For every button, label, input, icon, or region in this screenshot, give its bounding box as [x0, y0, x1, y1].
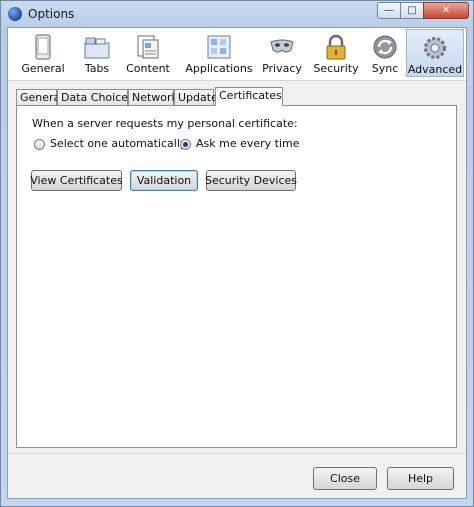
pane-content-label: Content: [126, 62, 170, 75]
preferences-toolbar: General Tabs Content Applications Privac…: [8, 28, 466, 81]
title-bar[interactable]: Options — □ ✕: [1, 1, 473, 27]
sync-icon: [373, 35, 397, 59]
general-icon: [35, 34, 51, 60]
pane-security-label: Security: [313, 62, 359, 75]
window-title: Options: [28, 7, 75, 21]
tabs-icon: [84, 37, 110, 59]
maximize-button[interactable]: □: [400, 2, 424, 19]
radio-ask-every-time-label[interactable]: Ask me every time: [196, 137, 300, 150]
pane-sync[interactable]: Sync: [366, 29, 404, 77]
pane-privacy-label: Privacy: [262, 62, 302, 75]
pane-general-label: General: [21, 62, 65, 75]
firefox-app-icon: [8, 7, 22, 21]
pane-applications-label: Applications: [185, 62, 253, 75]
certificates-panel: When a server requests my personal certi…: [16, 105, 457, 448]
close-icon: ✕: [441, 5, 451, 16]
pane-advanced-label: Advanced: [407, 63, 463, 76]
validation-button[interactable]: Validation: [130, 170, 198, 191]
help-button[interactable]: Help: [387, 467, 454, 490]
footer-divider: [8, 453, 466, 454]
gear-icon: [424, 37, 446, 59]
view-certificates-button[interactable]: View Certificates: [30, 170, 123, 191]
options-content: General Tabs Content Applications Privac…: [7, 27, 467, 499]
pane-security[interactable]: Security: [310, 29, 362, 77]
subtab-data-choices[interactable]: Data Choices: [57, 89, 134, 105]
subtab-network[interactable]: Network: [128, 89, 178, 105]
maximize-icon: □: [407, 5, 417, 16]
privacy-mask-icon: [270, 39, 294, 53]
security-devices-button[interactable]: Security Devices: [205, 170, 297, 191]
content-icon: [137, 35, 159, 59]
pane-content[interactable]: Content: [122, 29, 174, 77]
pane-applications[interactable]: Applications: [182, 29, 256, 77]
pane-tabs-label: Tabs: [84, 62, 110, 75]
options-window: Options — □ ✕ General Tabs Content Appli…: [0, 0, 474, 507]
subtab-update[interactable]: Update: [174, 89, 218, 105]
pane-general[interactable]: General: [14, 29, 72, 77]
minimize-icon: —: [384, 5, 394, 16]
radio-select-automatically-label[interactable]: Select one automatically: [50, 137, 186, 150]
pane-sync-label: Sync: [371, 62, 399, 75]
pane-tabs[interactable]: Tabs: [76, 29, 118, 77]
pane-advanced[interactable]: Advanced: [406, 29, 464, 77]
padlock-icon: [326, 34, 346, 60]
subtab-general[interactable]: General: [16, 89, 63, 105]
minimize-button[interactable]: —: [377, 2, 401, 19]
close-button[interactable]: Close: [313, 467, 377, 490]
close-window-button[interactable]: ✕: [423, 2, 469, 19]
subtab-certificates[interactable]: Certificates: [215, 87, 283, 106]
radio-select-automatically[interactable]: [34, 139, 45, 150]
applications-icon: [207, 35, 231, 59]
certificate-request-prompt: When a server requests my personal certi…: [32, 117, 298, 130]
radio-ask-every-time[interactable]: [180, 139, 191, 150]
pane-privacy[interactable]: Privacy: [258, 29, 306, 77]
